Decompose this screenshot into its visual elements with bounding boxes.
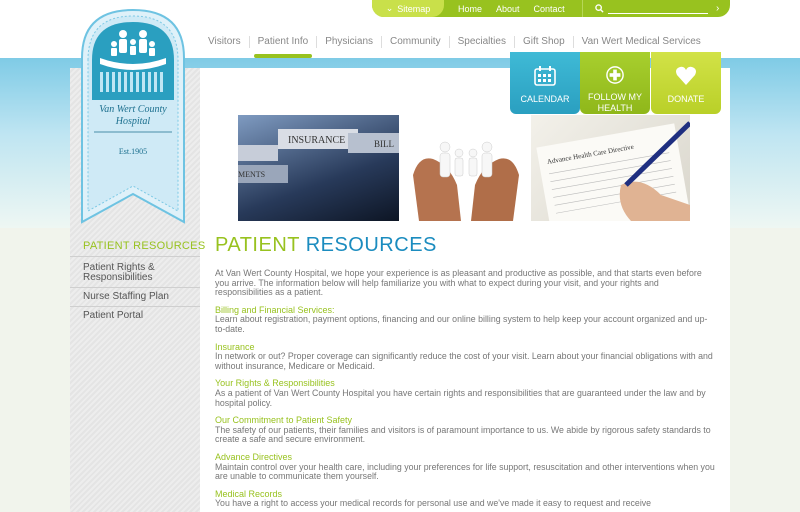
main-nav: Visitors Patient Info Physicians Communi… (200, 32, 709, 58)
section-body-billing: Learn about registration, payment option… (215, 314, 708, 334)
health-cross-icon (606, 66, 624, 84)
section-body-safety: The safety of our patients, their famili… (215, 424, 711, 445)
page-title-part1: PATIENT (215, 234, 300, 256)
section-body-rights: As a patient of Van Wert County Hospital… (215, 387, 706, 408)
nav-physicians[interactable]: Physicians (317, 36, 383, 48)
nav-patient-info[interactable]: Patient Info (250, 36, 318, 58)
statements-tab-text: MENTS (238, 170, 265, 179)
section-safety: Our Commitment to Patient Safety The saf… (215, 416, 715, 445)
donate-label: DONATE (667, 94, 705, 104)
page-title-part2: RESOURCES (305, 234, 437, 256)
calendar-button[interactable]: CALENDAR (510, 52, 580, 114)
sidebar-divider (70, 306, 200, 307)
section-insurance: Insurance In network or out? Proper cove… (215, 342, 715, 372)
page-content: At Van Wert County Hospital, we hope you… (215, 268, 715, 512)
chevron-down-icon: ⌄ (385, 3, 394, 13)
insurance-photo: INSURANCE BILL MENTS (238, 115, 399, 221)
sitemap-link[interactable]: ⌄ Sitemap (372, 0, 444, 17)
section-rights: Your Rights & Responsibilities As a pati… (215, 379, 715, 408)
advance-directive-photo: Advance Health Care Directive (531, 115, 690, 221)
logo-established: Est.1905 (119, 147, 147, 156)
logo-name-line1: Van Wert County (99, 104, 167, 115)
sidebar-title[interactable]: PATIENT RESOURCES (83, 240, 205, 252)
utility-bar: ⌄ Sitemap Home About Contact › (372, 0, 730, 17)
logo-name-line2: Hospital (115, 116, 151, 127)
calendar-label: CALENDAR (520, 94, 570, 104)
nav-van-wert-medical-services[interactable]: Van Wert Medical Services (574, 36, 709, 48)
about-link[interactable]: About (496, 4, 520, 14)
insurance-tab-text: INSURANCE (288, 135, 345, 146)
hospital-logo[interactable]: Van Wert County Hospital Est.1905 (80, 8, 186, 224)
section-body-insurance: In network or out? Proper coverage can s… (215, 351, 713, 371)
sidebar-item-label: Responsibilities (83, 272, 153, 283)
nav-community[interactable]: Community (382, 36, 450, 48)
nav-specialties[interactable]: Specialties (450, 36, 515, 48)
search-area: › (582, 0, 730, 17)
sidebar-item-patient-portal[interactable]: Patient Portal (83, 311, 143, 321)
contact-link[interactable]: Contact (534, 4, 565, 14)
follow-health-label-line2: HEALTH (597, 103, 633, 113)
nav-visitors[interactable]: Visitors (200, 36, 250, 48)
hands-family-photo (409, 115, 523, 221)
follow-my-health-button[interactable]: FOLLOW MY HEALTH (580, 52, 650, 114)
home-link[interactable]: Home (458, 4, 482, 14)
section-billing: Billing and Financial Services: Learn ab… (215, 305, 715, 335)
section-advance-directives: Advance Directives Maintain control over… (215, 452, 715, 482)
search-icon (595, 4, 604, 13)
sidebar-item-patient-rights[interactable]: Patient Rights & Responsibilities (83, 263, 155, 283)
heart-icon (676, 66, 696, 85)
calendar-icon (534, 66, 556, 86)
donate-button[interactable]: DONATE (651, 52, 721, 114)
page-title: PATIENT RESOURCES (215, 234, 437, 257)
sitemap-label: Sitemap (397, 3, 431, 14)
search-submit-icon[interactable]: › (716, 3, 719, 14)
sidebar-item-nurse-staffing-plan[interactable]: Nurse Staffing Plan (83, 292, 169, 302)
section-body-medical-records: You have a right to access your medical … (215, 498, 652, 509)
section-medical-records: Medical Records You have a right to acce… (215, 489, 715, 509)
bill-tab-text: BILL (374, 139, 394, 149)
nav-gift-shop[interactable]: Gift Shop (515, 36, 574, 48)
follow-health-label-line1: FOLLOW MY (587, 92, 642, 102)
sidebar-divider (70, 256, 200, 257)
sidebar-divider (70, 287, 200, 288)
search-input[interactable] (608, 4, 708, 14)
intro-paragraph: At Van Wert County Hospital, we hope you… (215, 268, 702, 298)
section-body-advance-directives: Maintain control over your health care, … (215, 461, 715, 482)
